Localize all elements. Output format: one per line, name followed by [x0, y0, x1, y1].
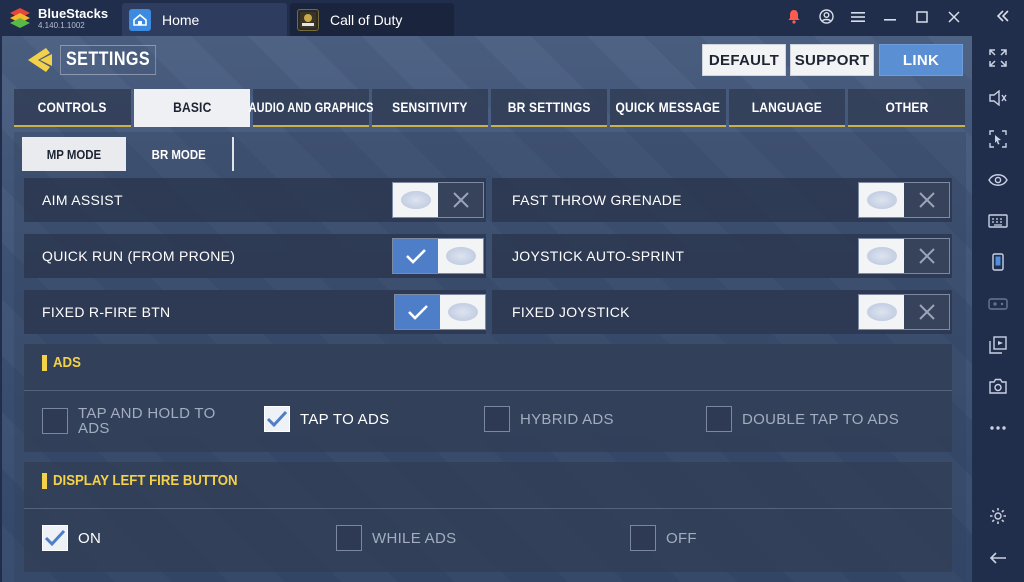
quick-run-toggle[interactable] [392, 238, 484, 274]
checkbox-checked[interactable] [42, 525, 68, 551]
camera-icon[interactable] [986, 374, 1010, 398]
toggle-knob [859, 295, 904, 329]
game-viewport: SETTINGS DEFAULT SUPPORT LINK CONTROLS B… [0, 36, 972, 582]
setting-row-quick-run: QUICK RUN (FROM PRONE) [24, 234, 486, 278]
ads-option-tap-and-hold[interactable]: TAP AND HOLD TO ADS [42, 406, 228, 436]
x-icon [904, 183, 949, 217]
fullscreen-icon[interactable] [986, 46, 1010, 70]
home-icon [129, 8, 151, 31]
tab-other[interactable]: OTHER [848, 89, 965, 127]
toggle-knob [859, 239, 904, 273]
setting-row-fast-throw-grenade: FAST THROW GRENADE [492, 178, 952, 222]
ads-section: ADS TAP AND HOLD TO ADS TAP TO ADS HYBRI… [24, 344, 952, 452]
support-button[interactable]: SUPPORT [790, 44, 874, 76]
fire-button-option-on[interactable]: ON [42, 525, 101, 551]
checkbox[interactable] [336, 525, 362, 551]
ads-option-hybrid[interactable]: HYBRID ADS [484, 406, 614, 432]
back-arrow-icon[interactable] [986, 546, 1010, 570]
title-bar: BlueStacks 4.140.1.1002 Home Call of Dut… [0, 0, 1024, 36]
account-icon[interactable] [810, 8, 842, 28]
minimize-icon[interactable] [874, 9, 906, 27]
setting-row-aim-assist: AIM ASSIST [24, 178, 486, 222]
collapse-sidebar-icon[interactable] [996, 8, 1010, 27]
x-icon [438, 183, 483, 217]
setting-label: FAST THROW GRENADE [512, 192, 682, 208]
bluestacks-logo-icon [10, 8, 30, 28]
settings-tabs: CONTROLS BASIC AUDIO AND GRAPHICS SENSIT… [14, 89, 966, 127]
setting-label: QUICK RUN (FROM PRONE) [42, 248, 236, 264]
tab-home[interactable]: Home [122, 3, 287, 36]
section-title: ADS [42, 354, 85, 371]
multi-instance-icon[interactable] [986, 333, 1010, 357]
toggle-knob [393, 183, 438, 217]
more-icon[interactable] [986, 416, 1010, 440]
menu-icon[interactable] [842, 9, 874, 27]
tab-audio-and-graphics[interactable]: AUDIO AND GRAPHICS [249, 89, 373, 127]
x-icon [904, 239, 949, 273]
checkbox[interactable] [484, 406, 510, 432]
aim-assist-toggle[interactable] [392, 182, 484, 218]
call-of-duty-icon [297, 8, 319, 31]
fixed-joystick-toggle[interactable] [858, 294, 950, 330]
tab-br-settings[interactable]: BR SETTINGS [491, 89, 607, 127]
setting-label: JOYSTICK AUTO-SPRINT [512, 248, 685, 264]
mode-tabs: MP MODE BR MODE [22, 137, 234, 173]
toggle-knob [440, 295, 485, 329]
fire-button-option-off[interactable]: OFF [630, 525, 697, 551]
checkbox-checked[interactable] [264, 406, 290, 432]
maximize-icon[interactable] [906, 9, 938, 27]
toggle-knob [859, 183, 904, 217]
tab-br-mode[interactable]: BR MODE [126, 137, 234, 171]
ads-option-tap-to-ads[interactable]: TAP TO ADS [264, 406, 389, 432]
tab-basic[interactable]: BASIC [134, 89, 250, 127]
tab-call-of-duty-label: Call of Duty [330, 11, 403, 28]
tab-quick-message[interactable]: QUICK MESSAGE [610, 89, 726, 127]
volume-icon[interactable] [986, 86, 1010, 110]
link-button[interactable]: LINK [879, 44, 963, 76]
fire-button-option-while-ads[interactable]: WHILE ADS [336, 525, 456, 551]
ads-option-double-tap[interactable]: DOUBLE TAP TO ADS [706, 406, 899, 432]
eye-icon[interactable] [986, 168, 1010, 192]
section-title: DISPLAY LEFT FIRE BUTTON [42, 472, 263, 489]
x-icon [904, 295, 949, 329]
checkbox[interactable] [706, 406, 732, 432]
joystick-auto-sprint-toggle[interactable] [858, 238, 950, 274]
settings-header: SETTINGS [24, 43, 173, 77]
phone-rotate-icon[interactable] [986, 250, 1010, 274]
bell-icon[interactable] [778, 9, 810, 28]
pointer-lock-icon[interactable] [986, 127, 1010, 151]
right-sidebar [972, 36, 1024, 582]
tab-mp-mode[interactable]: MP MODE [22, 137, 126, 171]
setting-row-fixed-joystick: FIXED JOYSTICK [492, 290, 952, 334]
close-icon[interactable] [938, 9, 970, 27]
gamepad-icon[interactable] [986, 291, 1010, 315]
fast-throw-grenade-toggle[interactable] [858, 182, 950, 218]
fixed-r-fire-btn-toggle[interactable] [394, 294, 486, 330]
back-chevron-icon[interactable] [24, 43, 58, 77]
keyboard-icon[interactable] [986, 209, 1010, 233]
window-controls [778, 0, 970, 36]
checkbox[interactable] [42, 408, 68, 434]
checkbox[interactable] [630, 525, 656, 551]
setting-row-joystick-auto-sprint: JOYSTICK AUTO-SPRINT [492, 234, 952, 278]
checkmark-icon [393, 239, 438, 273]
display-left-fire-button-section: DISPLAY LEFT FIRE BUTTON ON WHILE ADS OF… [24, 462, 952, 572]
checkmark-icon [395, 295, 440, 329]
setting-label: FIXED JOYSTICK [512, 304, 630, 320]
tab-call-of-duty[interactable]: Call of Duty [290, 3, 454, 36]
default-button[interactable]: DEFAULT [702, 44, 786, 76]
tab-sensitivity[interactable]: SENSITIVITY [372, 89, 488, 127]
setting-label: AIM ASSIST [42, 192, 123, 208]
gear-icon[interactable] [986, 504, 1010, 528]
tab-controls[interactable]: CONTROLS [14, 89, 131, 127]
tab-language[interactable]: LANGUAGE [729, 89, 845, 127]
page-title: SETTINGS [60, 45, 157, 75]
tab-home-label: Home [162, 11, 200, 28]
app-name: BlueStacks [38, 6, 109, 21]
app-version: 4.140.1.1002 [38, 21, 85, 30]
toggle-knob [438, 239, 483, 273]
setting-row-fixed-r-fire-btn: FIXED R-FIRE BTN [24, 290, 486, 334]
setting-label: FIXED R-FIRE BTN [42, 304, 171, 320]
